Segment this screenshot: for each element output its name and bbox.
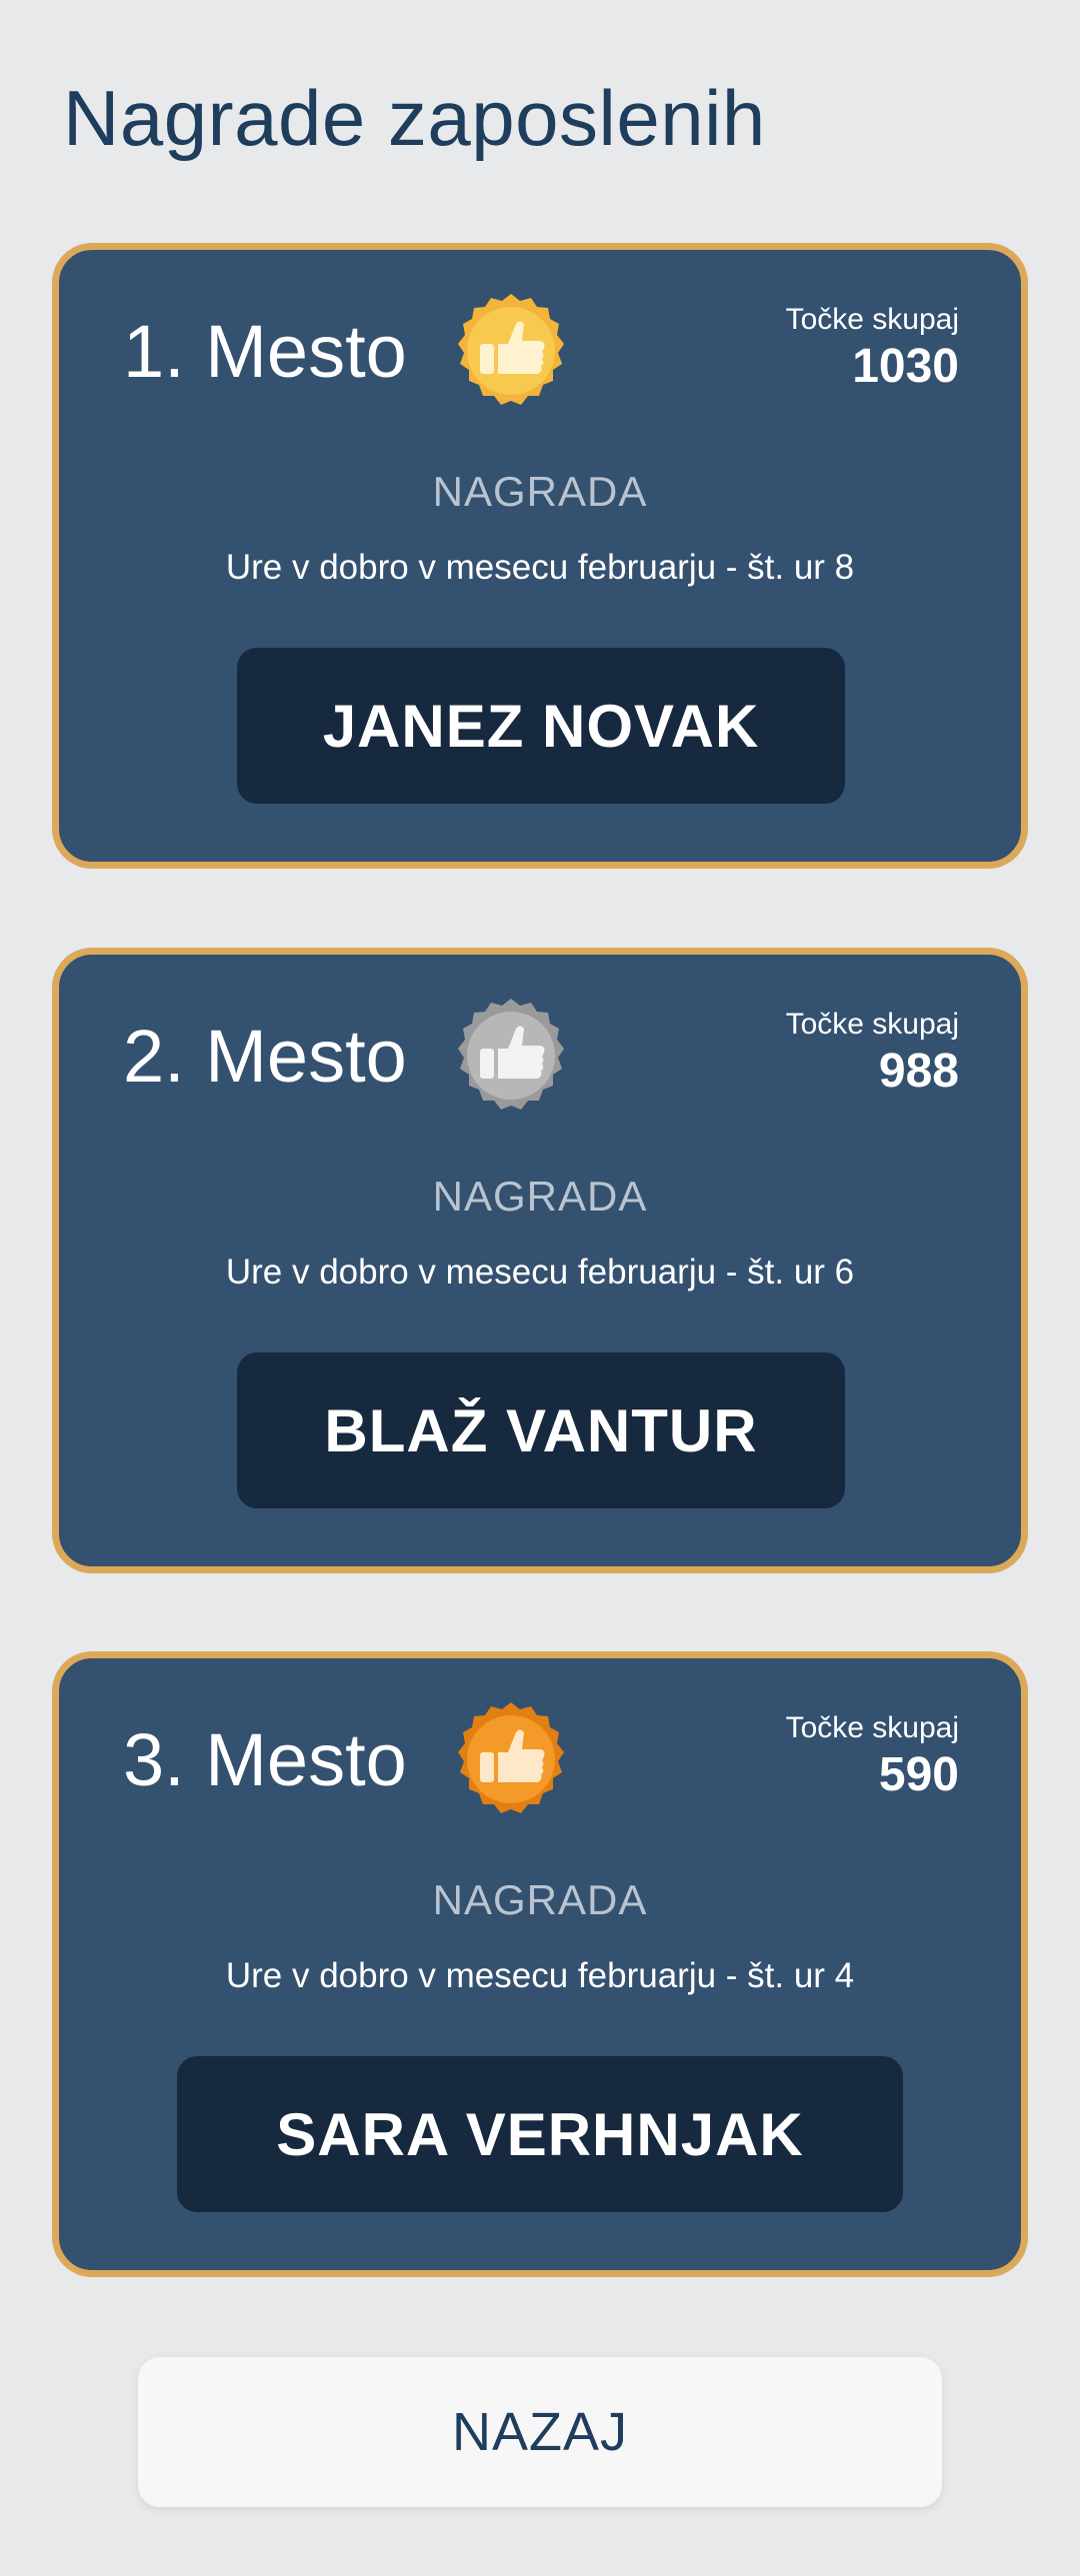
- place-label: 1. Mesto: [123, 310, 407, 393]
- back-button[interactable]: NAZAJ: [138, 2357, 942, 2507]
- employee-name: BLAŽ VANTUR: [237, 1352, 845, 1508]
- points-box: Točke skupaj 1030: [786, 302, 959, 396]
- prize-description: Ure v dobro v mesecu februarju - št. ur …: [225, 548, 855, 587]
- prize-description: Ure v dobro v mesecu februarju - št. ur …: [225, 1253, 855, 1291]
- place-label: 3. Mesto: [123, 1718, 407, 1801]
- points-label: Točke skupaj: [785, 1008, 959, 1041]
- ranking-card-third: 3. Mesto Točke skupaj 590 NAGRADA Ure v …: [52, 1651, 1028, 2277]
- prize-label: NAGRADA: [432, 468, 648, 515]
- points-value: 590: [878, 1748, 959, 1801]
- employee-name: SARA VERHNJAK: [177, 2056, 903, 2212]
- silver-thumbs-up-medal-icon: [458, 999, 564, 1110]
- points-value: 1030: [852, 340, 959, 393]
- ranking-card-first: 1. Mesto Točke skupaj 1030 NAGRADA Ure v…: [52, 243, 1028, 869]
- points-label: Točke skupaj: [785, 1711, 959, 1744]
- prize-label: NAGRADA: [432, 1173, 648, 1220]
- prize-description: Ure v dobro v mesecu februarju - št. ur …: [225, 1956, 855, 1995]
- bronze-thumbs-up-medal-icon: [458, 1702, 564, 1813]
- points-box: Točke skupaj 988: [786, 1007, 959, 1101]
- page-title: Nagrade zaposlenih: [63, 74, 766, 162]
- ranking-card-second: 2. Mesto Točke skupaj 988 NAGRADA Ure v …: [52, 948, 1028, 1573]
- points-value: 988: [878, 1045, 959, 1098]
- prize-label: NAGRADA: [432, 1876, 648, 1923]
- gold-thumbs-up-medal-icon: [458, 294, 564, 405]
- points-label: Točke skupaj: [785, 303, 959, 336]
- employee-name: JANEZ NOVAK: [237, 648, 845, 804]
- points-box: Točke skupaj 590: [786, 1710, 959, 1804]
- place-label: 2. Mesto: [123, 1015, 407, 1098]
